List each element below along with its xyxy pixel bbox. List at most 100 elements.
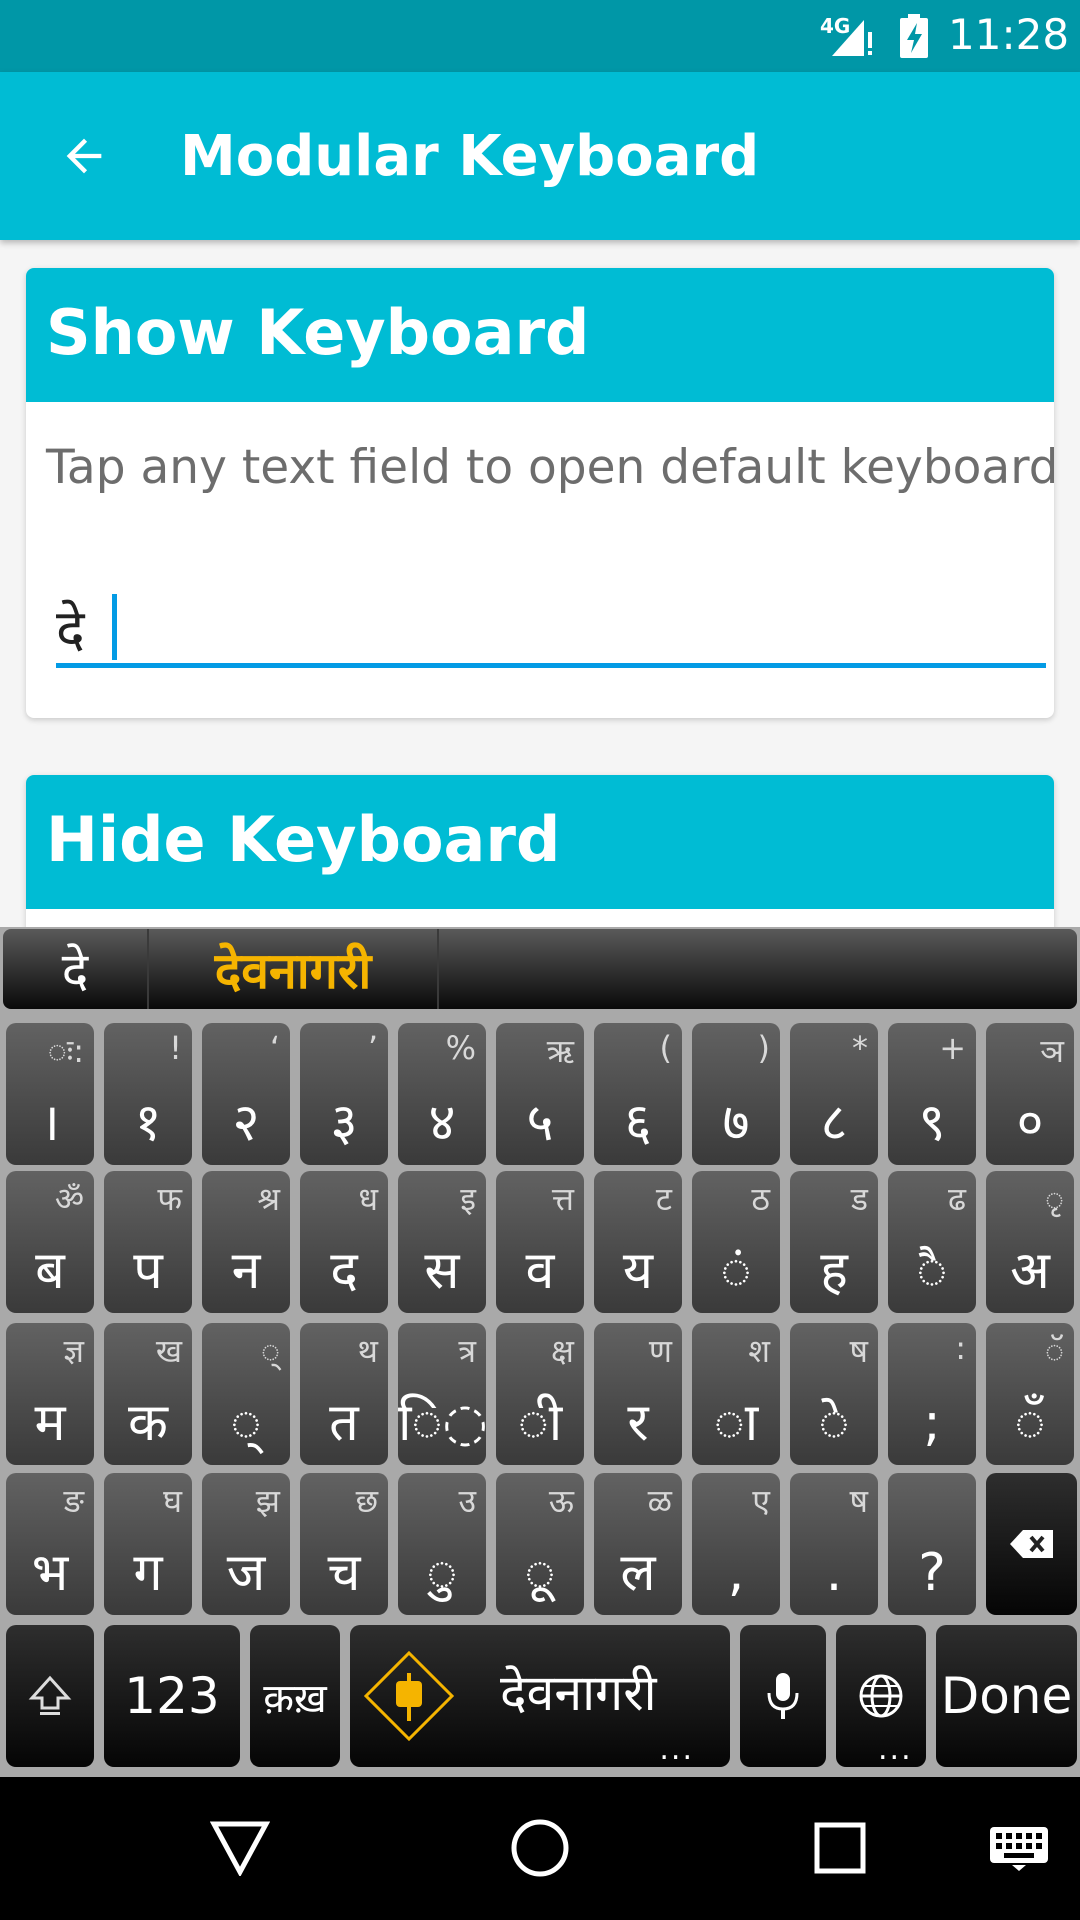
char-key-alt: ’ [367, 1029, 378, 1067]
char-key-alt: ष [849, 1332, 869, 1370]
char-key-label: ६ [624, 1093, 652, 1153]
char-key[interactable]: (६ [594, 1023, 682, 1165]
char-key[interactable]: ठ ◌ं [692, 1171, 780, 1313]
language-switch-key[interactable]: ... [836, 1625, 926, 1767]
hide-keyboard-card[interactable]: Hide Keyboard [26, 775, 1054, 935]
char-key-alt: ट [655, 1180, 672, 1218]
char-key[interactable]: ळल [594, 1473, 682, 1615]
char-key[interactable]: श ◌ा [692, 1323, 780, 1465]
char-key[interactable]: ’ ३ [300, 1023, 388, 1165]
char-key[interactable]: ॐब [6, 1171, 94, 1313]
char-key-label: ि◌ [398, 1393, 486, 1453]
char-key[interactable]: ङभ [6, 1473, 94, 1615]
char-key[interactable]: छच [300, 1473, 388, 1615]
char-key-alt: ( [659, 1029, 672, 1067]
char-key-alt: ण [648, 1332, 672, 1370]
char-key-alt: % [445, 1029, 476, 1067]
text-input-field[interactable]: दे [56, 584, 1046, 668]
char-key[interactable]: ‘२ [202, 1023, 290, 1165]
suggestion-bar: दे देवनागरी [3, 929, 1077, 1009]
char-key[interactable]: थत [300, 1323, 388, 1465]
voice-input-key[interactable] [740, 1625, 826, 1767]
char-key[interactable]: ◌् ◌् [202, 1323, 290, 1465]
char-key[interactable]: त्रि◌ [398, 1323, 486, 1465]
char-key[interactable]: त्त व [496, 1171, 584, 1313]
char-key[interactable]: क्ष ◌ी [496, 1323, 584, 1465]
char-key-label: ४ [428, 1093, 456, 1153]
suggestion-item-language[interactable]: देवनागरी [149, 929, 439, 1009]
char-key-label: र [627, 1393, 649, 1453]
char-key[interactable]: खक [104, 1323, 192, 1465]
globe-more-dots: ... [878, 1732, 913, 1767]
numbers-key[interactable]: 123 [104, 1625, 240, 1767]
char-key[interactable]: इस [398, 1171, 486, 1313]
nav-keyboard-switch-button[interactable] [974, 1803, 1064, 1893]
char-key-alt: ऋ [546, 1032, 574, 1070]
char-key[interactable]: +९ [888, 1023, 976, 1165]
char-key-label: ७ [722, 1093, 750, 1153]
done-key[interactable]: Done [936, 1625, 1077, 1767]
char-key[interactable]: * ८ [790, 1023, 878, 1165]
suggestion-item[interactable]: दे [3, 929, 149, 1009]
char-key-alt: फ [157, 1180, 182, 1218]
char-key[interactable]: ष. [790, 1473, 878, 1615]
char-key[interactable]: ! १ [104, 1023, 192, 1165]
show-keyboard-card: Show Keyboard Tap any text field to open… [26, 268, 1054, 718]
back-button[interactable] [48, 120, 120, 192]
char-key-label: ◌ू [524, 1543, 556, 1603]
backspace-icon [1009, 1530, 1053, 1558]
char-key-alt: ध [358, 1180, 378, 1218]
char-key[interactable]: :; [888, 1323, 976, 1465]
char-key-alt: ◌ॅ [1044, 1332, 1064, 1370]
char-key[interactable]: ञ० [986, 1023, 1074, 1165]
nukta-key[interactable]: क़ख़ [250, 1625, 340, 1767]
char-key[interactable]: ः: । [6, 1023, 94, 1165]
char-key-label: व [525, 1241, 555, 1301]
char-key[interactable]: फप [104, 1171, 192, 1313]
battery-charging-icon [900, 14, 928, 58]
char-key[interactable]: % ४ [398, 1023, 486, 1165]
char-key[interactable]: ) ७ [692, 1023, 780, 1165]
char-key-alt: ढ [947, 1180, 966, 1218]
char-key-alt: ॐ [54, 1180, 84, 1218]
square-recents-icon [814, 1822, 866, 1874]
char-key-label: ◌ँ [1014, 1393, 1046, 1453]
char-key[interactable]: ◌ृ अ [986, 1171, 1074, 1313]
char-key[interactable]: उ ◌ु [398, 1473, 486, 1615]
char-key-alt: घ [163, 1482, 182, 1520]
char-key[interactable]: ज्ञ म [6, 1323, 94, 1465]
char-key[interactable]: ◌ॅ ◌ँ [986, 1323, 1074, 1465]
char-key[interactable]: ? [888, 1473, 976, 1615]
char-key-alt: * [852, 1029, 868, 1067]
char-key-label: म [34, 1393, 66, 1453]
char-key[interactable]: टय [594, 1171, 682, 1313]
char-key-label: ९ [918, 1093, 946, 1153]
char-key[interactable]: श्र न [202, 1171, 290, 1313]
char-key[interactable]: ष ◌े [790, 1323, 878, 1465]
char-key-label: ३ [330, 1093, 358, 1153]
char-key-alt: त्त [551, 1180, 574, 1218]
show-keyboard-title: Show Keyboard [26, 268, 1054, 402]
char-key-alt: ऊ [548, 1482, 574, 1520]
backspace-key[interactable] [986, 1473, 1077, 1615]
char-key[interactable]: ए, [692, 1473, 780, 1615]
char-key[interactable]: झज [202, 1473, 290, 1615]
show-keyboard-description: Tap any text field to open default keybo… [46, 440, 1054, 495]
char-key[interactable]: ऊ ◌ू [496, 1473, 584, 1615]
status-bar: 4G 11:28 [0, 0, 1080, 72]
app-bar: Modular Keyboard [0, 72, 1080, 240]
nav-back-button[interactable] [195, 1803, 285, 1893]
char-key[interactable]: धद [300, 1171, 388, 1313]
space-key[interactable]: देवनागरी ... [350, 1625, 730, 1767]
char-key[interactable]: घग [104, 1473, 192, 1615]
char-key[interactable]: ऋ५ [496, 1023, 584, 1165]
nav-recents-button[interactable] [795, 1803, 885, 1893]
nav-home-button[interactable] [495, 1803, 585, 1893]
char-key-alt: इ [460, 1180, 476, 1218]
char-key-label: ५ [526, 1093, 554, 1153]
char-key[interactable]: णर [594, 1323, 682, 1465]
char-key[interactable]: डह [790, 1171, 878, 1313]
char-key[interactable]: ढ ◌ै [888, 1171, 976, 1313]
shift-key[interactable] [6, 1625, 94, 1767]
char-key-label: य [622, 1241, 654, 1301]
